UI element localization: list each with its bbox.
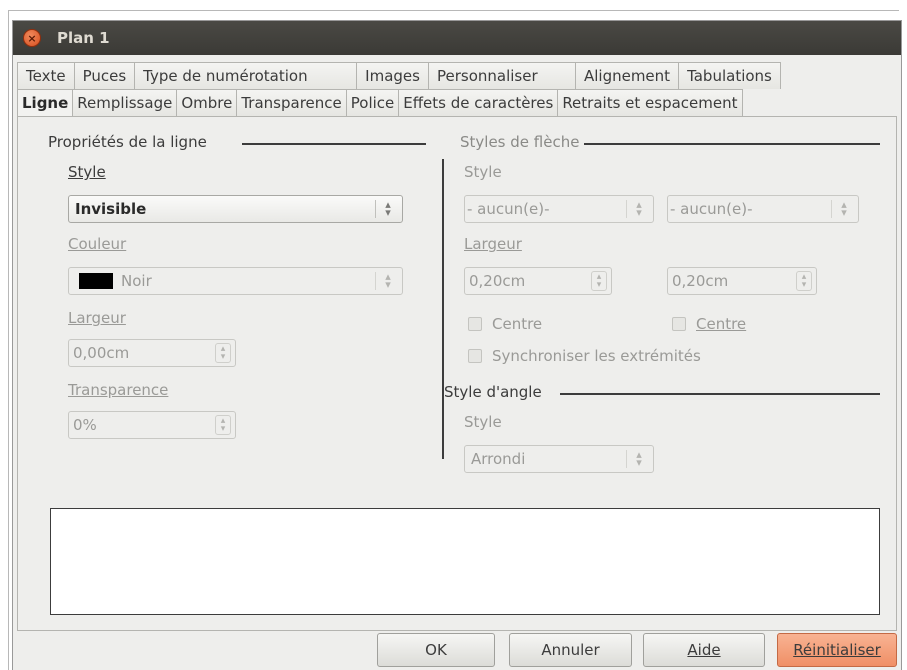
tab-ligne[interactable]: Ligne (17, 89, 74, 116)
corner-style-heading: Style d'angle (444, 383, 542, 401)
tab-retraits-espacement[interactable]: Retraits et espacement (557, 89, 743, 116)
arrow-start-value: - aucun(e)- (467, 200, 550, 218)
cancel-button[interactable]: Annuler (509, 633, 632, 667)
arrow-start-dropdown[interactable]: - aucun(e)- ▴ ▾ (464, 195, 654, 223)
window-title: Plan 1 (57, 29, 110, 47)
tab-alignement[interactable]: Alignement (574, 62, 680, 89)
dropdown-separator (831, 200, 832, 218)
line-properties-heading: Propriétés de la ligne (48, 133, 207, 151)
corner-style-value: Arrondi (471, 450, 526, 468)
corner-style-rule (560, 393, 880, 395)
arrow-end-width-spinner[interactable]: 0,20cm ▴ ▾ (667, 267, 817, 295)
tab-ombre[interactable]: Ombre (176, 89, 238, 116)
tab-row-2: Ligne Remplissage Ombre Transparence Pol… (17, 89, 743, 116)
line-transparency-label: Transparence (68, 381, 169, 399)
dropdown-separator (375, 272, 376, 290)
dropdown-separator (626, 200, 627, 218)
tab-puces[interactable]: Puces (73, 62, 136, 89)
dropdown-separator (626, 450, 627, 468)
title-bar: × Plan 1 (13, 21, 901, 55)
spin-arrows-icon[interactable]: ▴ ▾ (215, 343, 231, 363)
tab-panel-ligne: Propriétés de la ligne Style Invisible ▴… (17, 116, 897, 631)
line-preview (50, 508, 880, 615)
line-color-dropdown[interactable]: Noir ▴ ▾ (68, 267, 403, 295)
tab-row-1: Texte Puces Type de numérotation Images … (17, 62, 781, 89)
corner-style-dropdown[interactable]: Arrondi ▴ ▾ (464, 445, 654, 473)
spin-arrows-icon[interactable]: ▴ ▾ (215, 415, 231, 435)
checkbox-box (468, 317, 482, 331)
center-end-label: Centre (696, 315, 747, 333)
dialog-window: × Plan 1 Texte Puces Type de numérotatio… (12, 20, 902, 670)
tab-type-numerotation[interactable]: Type de numérotation (134, 62, 358, 89)
updown-arrows-icon: ▴ ▾ (385, 198, 391, 219)
background-frame-top (8, 10, 899, 11)
spin-arrows-icon[interactable]: ▴ ▾ (796, 271, 812, 291)
close-icon[interactable]: × (23, 29, 41, 47)
center-start-label: Centre (492, 315, 543, 333)
dropdown-separator (375, 200, 376, 218)
tab-remplissage[interactable]: Remplissage (72, 89, 178, 116)
arrow-start-width-spinner[interactable]: 0,20cm ▴ ▾ (464, 267, 612, 295)
line-properties-rule (242, 143, 426, 145)
reset-button[interactable]: Réinitialiser (777, 633, 897, 667)
tab-personnaliser[interactable]: Personnaliser (427, 62, 576, 89)
line-width-spinner[interactable]: 0,00cm ▴ ▾ (68, 339, 236, 367)
arrow-end-value: - aucun(e)- (670, 200, 753, 218)
color-swatch (79, 273, 113, 289)
line-width-label: Largeur (68, 309, 126, 327)
arrow-end-width-value: 0,20cm (672, 272, 729, 290)
line-style-value: Invisible (75, 200, 147, 218)
sync-ends-checkbox[interactable]: Synchroniser les extrémités (468, 347, 701, 365)
tab-police[interactable]: Police (345, 89, 400, 116)
line-width-value: 0,00cm (73, 344, 130, 362)
arrow-width-label: Largeur (464, 235, 522, 253)
corner-style-label: Style (464, 413, 502, 431)
sync-ends-label: Synchroniser les extrémités (492, 347, 701, 365)
arrow-styles-rule (584, 143, 880, 145)
line-transparency-value: 0% (73, 416, 97, 434)
column-separator (442, 159, 444, 459)
spin-arrows-icon[interactable]: ▴ ▾ (591, 271, 607, 291)
help-button[interactable]: Aide (643, 633, 765, 667)
updown-arrows-icon: ▴ ▾ (385, 270, 391, 291)
center-end-checkbox[interactable]: Centre (672, 315, 746, 333)
background-frame-left (8, 10, 9, 670)
line-transparency-spinner[interactable]: 0% ▴ ▾ (68, 411, 236, 439)
checkbox-box (672, 317, 686, 331)
arrow-styles-heading: Styles de flèche (460, 133, 580, 151)
updown-arrows-icon: ▴ ▾ (841, 198, 847, 219)
line-color-label: Couleur (68, 235, 127, 253)
center-start-checkbox[interactable]: Centre (468, 315, 542, 333)
line-color-value: Noir (121, 272, 152, 290)
updown-arrows-icon: ▴ ▾ (636, 448, 642, 469)
tab-tabulations[interactable]: Tabulations (678, 62, 781, 89)
arrow-end-dropdown[interactable]: - aucun(e)- ▴ ▾ (667, 195, 859, 223)
checkbox-box (468, 349, 482, 363)
arrow-start-width-value: 0,20cm (469, 272, 526, 290)
tab-effets-caracteres[interactable]: Effets de caractères (398, 89, 559, 116)
line-style-dropdown[interactable]: Invisible ▴ ▾ (68, 195, 403, 223)
ok-button[interactable]: OK (377, 633, 495, 667)
tab-transparence[interactable]: Transparence (236, 89, 347, 116)
arrow-style-label: Style (464, 163, 502, 181)
tab-images[interactable]: Images (356, 62, 429, 89)
tab-texte[interactable]: Texte (17, 62, 75, 89)
updown-arrows-icon: ▴ ▾ (636, 198, 642, 219)
line-style-label: Style (68, 163, 106, 181)
